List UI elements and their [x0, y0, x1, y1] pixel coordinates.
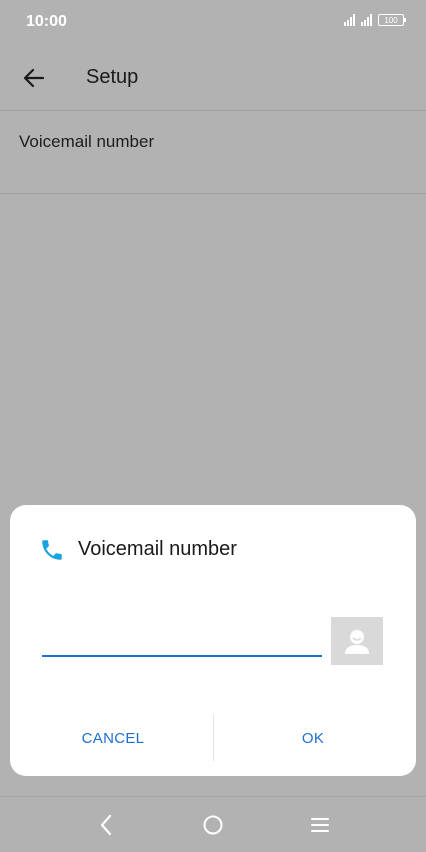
nav-back-icon	[100, 814, 112, 836]
preference-label: Voicemail number	[19, 132, 155, 151]
navigation-bar	[0, 796, 426, 852]
voicemail-number-input[interactable]	[42, 625, 322, 657]
ok-button[interactable]: OK	[218, 721, 408, 757]
nav-home-icon	[203, 815, 223, 835]
app-bar: Setup	[0, 44, 426, 110]
dialog-title: Voicemail number	[78, 538, 237, 560]
cancel-button[interactable]: CANCEL	[18, 721, 208, 757]
contact-picker-button[interactable]	[331, 617, 383, 665]
signal-2-icon	[361, 14, 372, 26]
voicemail-dialog: Voicemail number CANCEL OK	[10, 505, 416, 776]
status-time: 10:00	[26, 13, 67, 30]
divider-bottom	[0, 193, 426, 194]
page-title: Setup	[86, 66, 139, 88]
phone-icon	[42, 540, 62, 560]
status-icons: 100	[344, 14, 406, 26]
back-button[interactable]	[14, 58, 54, 98]
nav-menu-icon	[311, 818, 329, 832]
nav-back-button[interactable]	[86, 807, 126, 843]
signal-1-icon	[344, 14, 355, 26]
arrow-back-icon	[23, 68, 45, 88]
contact-picker-icon	[345, 630, 369, 654]
status-bar: 10:00 100	[0, 0, 426, 44]
screen: 10:00 100 Setup Voicemail number Voicema…	[0, 0, 426, 852]
battery-icon: 100	[378, 14, 406, 26]
button-divider	[213, 715, 214, 761]
nav-home-button[interactable]	[193, 807, 233, 843]
voicemail-number-preference[interactable]: Voicemail number	[0, 111, 426, 193]
nav-menu-button[interactable]	[300, 807, 340, 843]
